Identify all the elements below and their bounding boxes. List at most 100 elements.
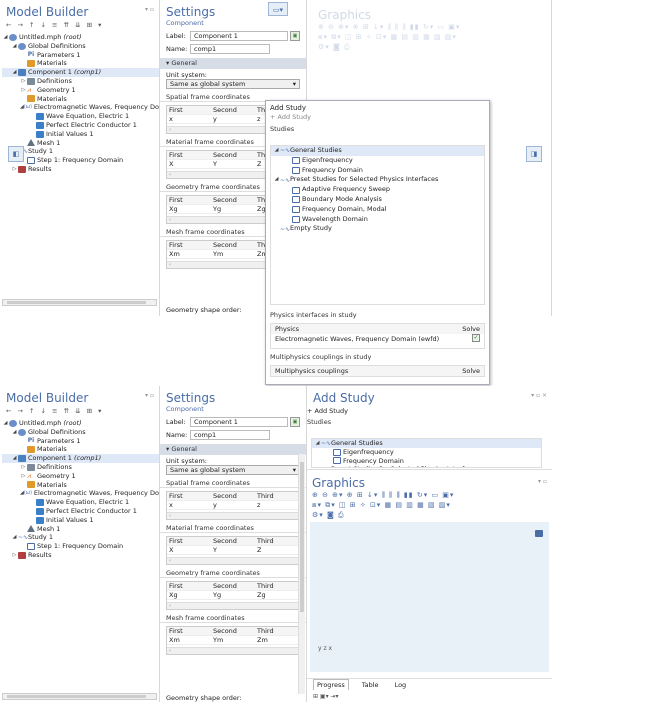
pane-menu-icon[interactable]: ▾ ▫ × <box>531 392 547 399</box>
table-scrollbar[interactable]: ‹ <box>167 602 299 609</box>
model-builder-toolbar[interactable]: ← → ↑ ↓ ≡ ⇈ ⇊ ⊞ ▾ <box>0 21 159 31</box>
table-cell[interactable]: Xg <box>167 205 211 213</box>
tab-log[interactable]: Log <box>392 680 410 690</box>
study-list-item[interactable]: Eigenfrequency <box>312 448 541 457</box>
table-scrollbar[interactable]: ‹ <box>167 557 299 564</box>
tree-node[interactable]: ▷ ⩘ Geometry 1 <box>2 472 159 481</box>
study-list-item[interactable]: ◢ ~∿ General Studies <box>271 146 484 156</box>
build-icon[interactable]: ▣ <box>290 417 300 427</box>
tree-node[interactable]: Step 1: Frequency Domain <box>2 542 159 551</box>
tree-node[interactable]: Perfect Electric Conductor 1 <box>2 507 159 516</box>
pane-menu-icon[interactable]: ▾ ▫ <box>538 478 547 485</box>
expand-toggle-icon[interactable]: ◢ <box>11 68 18 77</box>
expand-toggle-icon[interactable]: ◢ <box>2 33 9 42</box>
table-cell[interactable]: Y <box>211 160 255 168</box>
study-list-item[interactable]: Frequency Domain, Modal <box>271 205 484 215</box>
unit-select[interactable]: Same as global system ▾ <box>166 465 300 475</box>
table-cell[interactable]: Zm <box>255 636 299 644</box>
name-input[interactable]: comp1 <box>190 430 270 440</box>
label-input[interactable]: Component 1 <box>190 417 288 427</box>
study-list-item[interactable]: Adaptive Frequency Sweep <box>271 185 484 195</box>
expand-toggle-icon[interactable]: ◢ <box>273 146 280 156</box>
table-cell[interactable]: Xm <box>167 250 211 258</box>
table-cell[interactable]: y <box>211 501 255 509</box>
study-list-item[interactable]: Eigenfrequency <box>271 156 484 166</box>
table-cell[interactable]: X <box>167 160 211 168</box>
coordinate-table[interactable]: First Second Third XmYmZm ‹ <box>166 626 300 655</box>
pane-menu-icon[interactable]: ▾ ▫ <box>145 392 154 399</box>
expand-toggle-icon[interactable]: ◢ <box>11 42 18 51</box>
expand-toggle-icon[interactable]: ▷ <box>20 472 27 481</box>
tree-node[interactable]: Initial Values 1 <box>2 516 159 525</box>
tree-node[interactable]: Materials <box>2 95 159 104</box>
graphics-toolbar-1[interactable]: ⊕ ⊖ ⊕▾ ⊕ ⊞ ↓▾ ⫼ ⫼ ⫼ ▮▮ ↻▾ ▭ ▣▾ <box>307 490 552 500</box>
study-list-item[interactable]: ◢~∿Preset Studies for Selected Physics I… <box>312 465 541 467</box>
model-builder-toolbar[interactable]: ← → ↑ ↓ ≡ ⇈ ⇊ ⊞ ▾ <box>0 407 159 417</box>
expand-toggle-icon[interactable]: ◢ <box>2 419 9 428</box>
expand-toggle-icon[interactable]: ◢ <box>273 175 280 185</box>
table-cell[interactable]: y <box>211 115 255 123</box>
study-list-item[interactable]: Frequency Domain <box>312 457 541 466</box>
expand-toggle-icon[interactable]: ◢ <box>11 454 18 463</box>
tree-node[interactable]: Initial Values 1 <box>2 130 159 139</box>
tree-node[interactable]: Mesh 1 <box>2 139 159 148</box>
expand-toggle-icon[interactable]: ▷ <box>11 551 18 560</box>
section-general[interactable]: ▾ General <box>160 58 306 69</box>
expand-toggle-icon[interactable]: ◢ <box>11 428 18 437</box>
tree-node[interactable]: Pi Parameters 1 <box>2 51 159 60</box>
tree-node[interactable]: ◢ Untitled.mph (root) <box>2 419 159 428</box>
tree-node[interactable]: ▷ Definitions <box>2 463 159 472</box>
table-cell[interactable]: X <box>167 546 211 554</box>
graphics-toolbar-3[interactable]: ⚙▾ ◙ ⎙ <box>307 510 552 520</box>
table-cell[interactable]: x <box>167 115 211 123</box>
expand-toggle-icon[interactable]: ◢ <box>314 465 321 467</box>
table-cell[interactable]: Xm <box>167 636 211 644</box>
tree-node[interactable]: Materials <box>2 445 159 454</box>
table-cell[interactable]: Zg <box>255 591 299 599</box>
name-input[interactable]: comp1 <box>190 44 270 54</box>
tree-node[interactable]: Wave Equation, Electric 1 <box>2 112 159 121</box>
dock-top-icon[interactable]: ▭▾ <box>268 2 288 16</box>
study-list-item[interactable]: Boundary Mode Analysis <box>271 195 484 205</box>
expand-toggle-icon[interactable]: ◢ <box>314 439 321 448</box>
coordinate-table[interactable]: First Second Third XYZ ‹ <box>166 536 300 565</box>
tree-node[interactable]: ◢ Global Definitions <box>2 42 159 51</box>
expand-toggle-icon[interactable]: ▷ <box>20 463 27 472</box>
expand-toggle-icon[interactable]: ▷ <box>20 86 27 95</box>
table-cell[interactable]: Yg <box>211 205 255 213</box>
tree-node[interactable]: Materials <box>2 481 159 490</box>
table-cell[interactable]: Yg <box>211 591 255 599</box>
table-scrollbar[interactable]: ‹ <box>167 512 299 519</box>
tree-node[interactable]: ◢ Component 1 (comp1) <box>2 454 159 463</box>
study-list-item[interactable]: Frequency Domain <box>271 166 484 176</box>
tree-node[interactable]: Pi Parameters 1 <box>2 437 159 446</box>
tree-node[interactable]: ◢(ω)Electromagnetic Waves, Frequency Dom… <box>2 103 159 112</box>
tree-node[interactable]: ◢~∿Study 1 <box>2 533 159 542</box>
tree-node[interactable]: ◢(ω)Electromagnetic Waves, Frequency Dom… <box>2 489 159 498</box>
table-scrollbar[interactable]: ‹ <box>167 647 299 654</box>
table-cell[interactable]: x <box>167 501 211 509</box>
tree-node[interactable]: Materials <box>2 59 159 68</box>
add-study-button[interactable]: + Add Study <box>307 407 552 415</box>
pane-menu-icon[interactable]: ▾ ▫ <box>145 6 154 13</box>
table-cell[interactable]: Xg <box>167 591 211 599</box>
graphics-toolbar-2[interactable]: ⧈▾ ⧉▾ ◫ ⊞ ✧ ⊡▾ ▦ ▤ ▥ ▦ ▧ ▨▾ <box>307 500 552 510</box>
dock-left-icon[interactable]: ◧ <box>8 146 24 162</box>
expand-toggle-icon[interactable]: ▷ <box>20 77 27 86</box>
horizontal-scrollbar[interactable] <box>2 693 157 700</box>
tree-node[interactable]: ◢ Untitled.mph (root) <box>2 33 159 42</box>
tree-node[interactable]: Mesh 1 <box>2 525 159 534</box>
expand-toggle-icon[interactable]: ▷ <box>11 165 18 174</box>
tree-node[interactable]: ◢ Component 1 (comp1) <box>2 68 159 77</box>
tab-table[interactable]: Table <box>359 680 382 690</box>
study-list-item[interactable]: ◢~∿Preset Studies for Selected Physics I… <box>271 175 484 185</box>
label-input[interactable]: Component 1 <box>190 31 288 41</box>
solve-checkbox[interactable]: ✓ <box>472 334 480 342</box>
physics-row[interactable]: Electromagnetic Waves, Frequency Domain … <box>271 334 484 344</box>
study-list-item[interactable]: ◢ ~∿ General Studies <box>312 439 541 448</box>
dock-right-icon[interactable]: ◨ <box>526 146 542 162</box>
tree-node[interactable]: ◢~∿Study 1 <box>2 147 159 156</box>
tab-progress[interactable]: Progress <box>313 679 349 690</box>
study-list-item[interactable]: Wavelength Domain <box>271 215 484 225</box>
section-general[interactable]: ▾ General <box>160 444 306 455</box>
